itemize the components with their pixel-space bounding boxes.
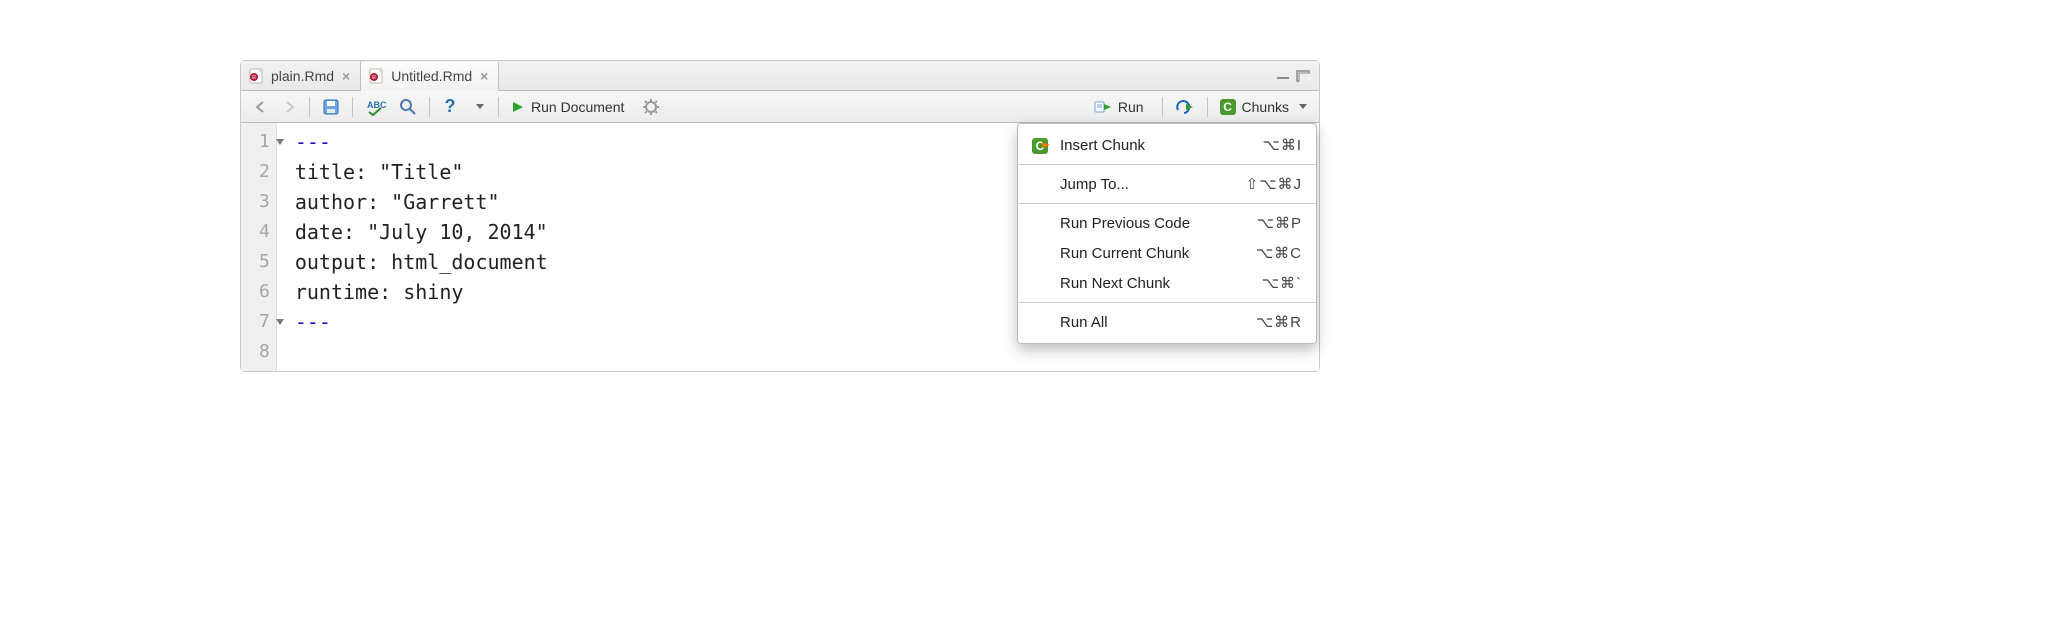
- code-line: ---: [295, 130, 331, 154]
- menu-label: Run All: [1060, 314, 1246, 331]
- menu-label: Jump To...: [1060, 176, 1236, 193]
- separator: [1162, 97, 1163, 117]
- line-number: 4: [259, 217, 270, 247]
- code-line: author: "Garrett": [295, 190, 500, 214]
- line-number: 3: [259, 187, 270, 217]
- menu-run-all[interactable]: Run All ⌥⌘R: [1018, 307, 1316, 337]
- menu-shortcut: ⌥⌘C: [1256, 244, 1302, 262]
- code-line: ---: [295, 310, 331, 334]
- chunks-button[interactable]: C Chunks: [1216, 95, 1311, 119]
- menu-label: Insert Chunk: [1060, 137, 1253, 154]
- close-icon[interactable]: ×: [478, 68, 490, 84]
- separator: [1207, 97, 1208, 117]
- code-line: runtime: shiny: [295, 280, 464, 304]
- menu-shortcut: ⌥⌘`: [1262, 274, 1302, 292]
- menu-label: Run Previous Code: [1060, 215, 1247, 232]
- separator: [352, 97, 353, 117]
- menu-shortcut: ⇧⌥⌘J: [1246, 175, 1302, 193]
- line-number: 6: [259, 277, 270, 307]
- line-number: 8: [259, 337, 270, 367]
- run-document-button[interactable]: Run Document: [507, 95, 634, 119]
- maximize-icon[interactable]: [1295, 70, 1311, 82]
- help-dropdown[interactable]: [466, 95, 490, 119]
- tab-label: plain.Rmd: [271, 68, 334, 84]
- menu-insert-chunk[interactable]: C Insert Chunk ⌥⌘I: [1018, 130, 1316, 160]
- chunks-icon: C: [1220, 99, 1236, 115]
- chunks-label: Chunks: [1236, 99, 1295, 115]
- gutter: 1 2 3 4 5 6 7 8: [241, 123, 277, 371]
- close-icon[interactable]: ×: [340, 68, 352, 84]
- forward-button[interactable]: [277, 95, 301, 119]
- menu-separator: [1018, 164, 1316, 165]
- run-label: Run: [1112, 99, 1150, 115]
- svg-text:R: R: [252, 75, 256, 81]
- rerun-button[interactable]: [1171, 95, 1199, 119]
- menu-separator: [1018, 302, 1316, 303]
- svg-text:R: R: [372, 75, 376, 81]
- back-button[interactable]: [249, 95, 273, 119]
- menu-jump-to[interactable]: Jump To... ⇧⌥⌘J: [1018, 169, 1316, 199]
- find-button[interactable]: [395, 95, 421, 119]
- editor-pane: R plain.Rmd × R Untitled.Rmd ×: [240, 60, 1320, 372]
- chevron-down-icon: [1299, 104, 1307, 109]
- window-controls: [1275, 70, 1319, 82]
- line-number: 5: [259, 247, 270, 277]
- tab-plain-rmd[interactable]: R plain.Rmd ×: [241, 61, 361, 90]
- rmd-file-icon: R: [369, 68, 385, 84]
- tab-bar: R plain.Rmd × R Untitled.Rmd ×: [241, 61, 1319, 91]
- editor-toolbar: ABC ? Run Document Run C Chunks: [241, 91, 1319, 123]
- menu-run-previous[interactable]: Run Previous Code ⌥⌘P: [1018, 208, 1316, 238]
- run-button[interactable]: Run: [1090, 95, 1154, 119]
- help-button[interactable]: ?: [438, 95, 462, 119]
- spellcheck-button[interactable]: ABC: [361, 95, 391, 119]
- settings-button[interactable]: [638, 95, 664, 119]
- menu-shortcut: ⌥⌘I: [1263, 136, 1302, 154]
- insert-chunk-icon: C: [1030, 137, 1050, 154]
- separator: [498, 97, 499, 117]
- code-line: title: "Title": [295, 160, 464, 184]
- rmd-file-icon: R: [249, 68, 265, 84]
- menu-shortcut: ⌥⌘R: [1256, 313, 1302, 331]
- separator: [309, 97, 310, 117]
- menu-run-current[interactable]: Run Current Chunk ⌥⌘C: [1018, 238, 1316, 268]
- menu-separator: [1018, 203, 1316, 204]
- menu-label: Run Next Chunk: [1060, 275, 1252, 292]
- chunks-menu: C Insert Chunk ⌥⌘I Jump To... ⇧⌥⌘J Run P…: [1017, 123, 1317, 344]
- menu-label: Run Current Chunk: [1060, 245, 1246, 262]
- minimize-icon[interactable]: [1275, 70, 1291, 82]
- menu-run-next[interactable]: Run Next Chunk ⌥⌘`: [1018, 268, 1316, 298]
- run-document-label: Run Document: [525, 99, 630, 115]
- separator: [429, 97, 430, 117]
- tab-label: Untitled.Rmd: [391, 68, 472, 84]
- svg-text:ABC: ABC: [367, 100, 387, 110]
- save-button[interactable]: [318, 95, 344, 119]
- line-number: 7: [259, 307, 270, 337]
- code-line: date: "July 10, 2014": [295, 220, 548, 244]
- line-number: 1: [259, 127, 270, 157]
- tab-untitled-rmd[interactable]: R Untitled.Rmd ×: [361, 62, 499, 91]
- code-line: output: html_document: [295, 250, 548, 274]
- line-number: 2: [259, 157, 270, 187]
- menu-shortcut: ⌥⌘P: [1257, 214, 1302, 232]
